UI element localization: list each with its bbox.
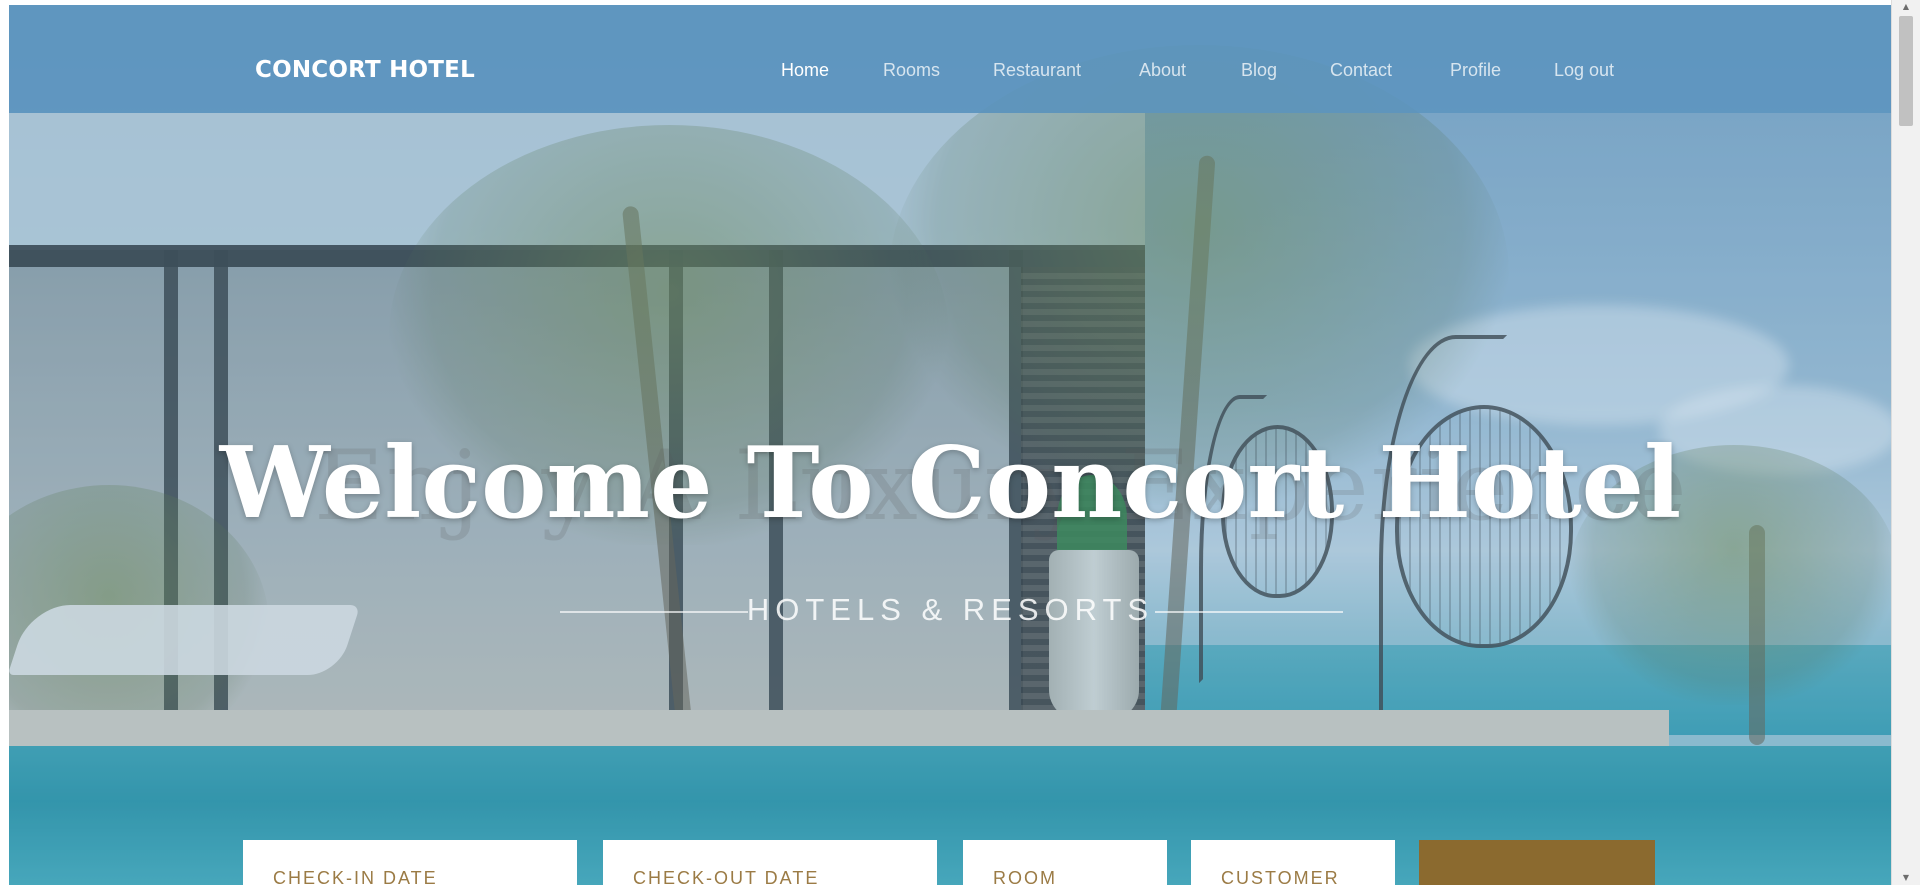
nav-item-contact[interactable]: Contact [1330,60,1392,81]
customer-label: CUSTOMER [1221,868,1340,885]
customer-select[interactable]: CUSTOMER [1191,840,1395,885]
checkin-date-label: CHECK-IN DATE [273,868,438,885]
page-scrollbar[interactable]: ▲ ▼ [1891,0,1920,885]
scroll-down-icon[interactable]: ▼ [1892,871,1920,885]
nav-item-home[interactable]: Home [781,60,829,81]
main-nav: Home Rooms Restaurant About Blog Contact… [9,60,1892,90]
nav-item-restaurant[interactable]: Restaurant [993,60,1081,81]
scrollbar-thumb[interactable] [1899,16,1913,126]
room-label: ROOM [993,868,1057,885]
nav-item-logout[interactable]: Log out [1554,60,1614,81]
room-select[interactable]: ROOM [963,840,1167,885]
checkout-date-label: CHECK-OUT DATE [633,868,820,885]
hero-subtitle-row: HOTELS & RESORTS [9,592,1892,632]
nav-item-blog[interactable]: Blog [1241,60,1277,81]
checkin-date-field[interactable]: CHECK-IN DATE [243,840,577,885]
scroll-up-icon[interactable]: ▲ [1892,0,1920,14]
nav-item-rooms[interactable]: Rooms [883,60,940,81]
checkout-date-field[interactable]: CHECK-OUT DATE [603,840,937,885]
nav-item-about[interactable]: About [1139,60,1186,81]
subtitle-divider-right [1155,611,1343,613]
hero-title: Welcome To Concort Hotel [219,426,1682,541]
booking-submit-button[interactable] [1419,840,1655,885]
page-viewport: CONCORT HOTEL Home Rooms Restaurant Abou… [9,5,1892,885]
hero-subtitle: HOTELS & RESORTS [746,592,1155,627]
nav-item-profile[interactable]: Profile [1450,60,1501,81]
